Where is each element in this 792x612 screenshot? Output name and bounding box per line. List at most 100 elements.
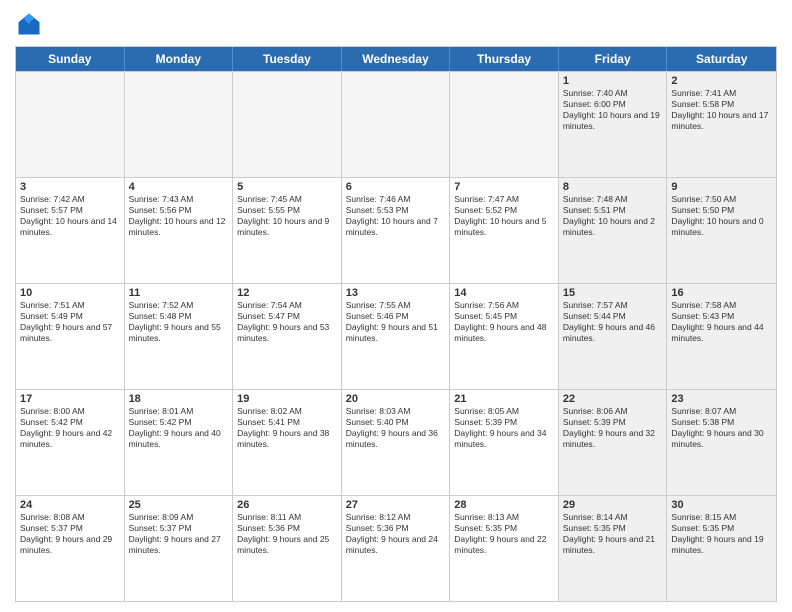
- day-number: 18: [129, 393, 229, 405]
- calendar-row-4: 24Sunrise: 8:08 AM Sunset: 5:37 PM Dayli…: [16, 495, 776, 601]
- day-number: 14: [454, 287, 554, 299]
- calendar-cell: 12Sunrise: 7:54 AM Sunset: 5:47 PM Dayli…: [233, 284, 342, 389]
- calendar-cell: 24Sunrise: 8:08 AM Sunset: 5:37 PM Dayli…: [16, 496, 125, 601]
- day-number: 9: [671, 181, 772, 193]
- calendar-cell: 5Sunrise: 7:45 AM Sunset: 5:55 PM Daylig…: [233, 178, 342, 283]
- logo: [15, 10, 47, 38]
- header-cell-tuesday: Tuesday: [233, 47, 342, 71]
- page: SundayMondayTuesdayWednesdayThursdayFrid…: [0, 0, 792, 612]
- day-number: 1: [563, 75, 663, 87]
- calendar-cell: 1Sunrise: 7:40 AM Sunset: 6:00 PM Daylig…: [559, 72, 668, 177]
- cell-info: Sunrise: 7:52 AM Sunset: 5:48 PM Dayligh…: [129, 300, 229, 344]
- calendar-cell: [233, 72, 342, 177]
- cell-info: Sunrise: 7:45 AM Sunset: 5:55 PM Dayligh…: [237, 194, 337, 238]
- calendar-cell: 2Sunrise: 7:41 AM Sunset: 5:58 PM Daylig…: [667, 72, 776, 177]
- day-number: 24: [20, 499, 120, 511]
- header-cell-saturday: Saturday: [667, 47, 776, 71]
- day-number: 15: [563, 287, 663, 299]
- header-cell-thursday: Thursday: [450, 47, 559, 71]
- cell-info: Sunrise: 7:43 AM Sunset: 5:56 PM Dayligh…: [129, 194, 229, 238]
- logo-icon: [15, 10, 43, 38]
- cell-info: Sunrise: 7:40 AM Sunset: 6:00 PM Dayligh…: [563, 88, 663, 132]
- cell-info: Sunrise: 7:47 AM Sunset: 5:52 PM Dayligh…: [454, 194, 554, 238]
- calendar: SundayMondayTuesdayWednesdayThursdayFrid…: [15, 46, 777, 602]
- header-cell-wednesday: Wednesday: [342, 47, 451, 71]
- cell-info: Sunrise: 8:15 AM Sunset: 5:35 PM Dayligh…: [671, 512, 772, 556]
- day-number: 3: [20, 181, 120, 193]
- calendar-body: 1Sunrise: 7:40 AM Sunset: 6:00 PM Daylig…: [16, 71, 776, 601]
- calendar-cell: 19Sunrise: 8:02 AM Sunset: 5:41 PM Dayli…: [233, 390, 342, 495]
- calendar-cell: 11Sunrise: 7:52 AM Sunset: 5:48 PM Dayli…: [125, 284, 234, 389]
- day-number: 16: [671, 287, 772, 299]
- calendar-cell: 22Sunrise: 8:06 AM Sunset: 5:39 PM Dayli…: [559, 390, 668, 495]
- calendar-row-0: 1Sunrise: 7:40 AM Sunset: 6:00 PM Daylig…: [16, 71, 776, 177]
- calendar-cell: 9Sunrise: 7:50 AM Sunset: 5:50 PM Daylig…: [667, 178, 776, 283]
- calendar-cell: 20Sunrise: 8:03 AM Sunset: 5:40 PM Dayli…: [342, 390, 451, 495]
- calendar-cell: [125, 72, 234, 177]
- cell-info: Sunrise: 8:08 AM Sunset: 5:37 PM Dayligh…: [20, 512, 120, 556]
- day-number: 4: [129, 181, 229, 193]
- calendar-cell: 4Sunrise: 7:43 AM Sunset: 5:56 PM Daylig…: [125, 178, 234, 283]
- cell-info: Sunrise: 7:55 AM Sunset: 5:46 PM Dayligh…: [346, 300, 446, 344]
- calendar-cell: 25Sunrise: 8:09 AM Sunset: 5:37 PM Dayli…: [125, 496, 234, 601]
- day-number: 5: [237, 181, 337, 193]
- calendar-cell: 8Sunrise: 7:48 AM Sunset: 5:51 PM Daylig…: [559, 178, 668, 283]
- header-cell-sunday: Sunday: [16, 47, 125, 71]
- cell-info: Sunrise: 7:58 AM Sunset: 5:43 PM Dayligh…: [671, 300, 772, 344]
- day-number: 26: [237, 499, 337, 511]
- day-number: 27: [346, 499, 446, 511]
- calendar-cell: 7Sunrise: 7:47 AM Sunset: 5:52 PM Daylig…: [450, 178, 559, 283]
- day-number: 17: [20, 393, 120, 405]
- day-number: 28: [454, 499, 554, 511]
- cell-info: Sunrise: 8:03 AM Sunset: 5:40 PM Dayligh…: [346, 406, 446, 450]
- calendar-cell: 15Sunrise: 7:57 AM Sunset: 5:44 PM Dayli…: [559, 284, 668, 389]
- cell-info: Sunrise: 8:14 AM Sunset: 5:35 PM Dayligh…: [563, 512, 663, 556]
- day-number: 29: [563, 499, 663, 511]
- cell-info: Sunrise: 7:42 AM Sunset: 5:57 PM Dayligh…: [20, 194, 120, 238]
- cell-info: Sunrise: 8:12 AM Sunset: 5:36 PM Dayligh…: [346, 512, 446, 556]
- calendar-cell: 29Sunrise: 8:14 AM Sunset: 5:35 PM Dayli…: [559, 496, 668, 601]
- calendar-cell: 13Sunrise: 7:55 AM Sunset: 5:46 PM Dayli…: [342, 284, 451, 389]
- day-number: 6: [346, 181, 446, 193]
- cell-info: Sunrise: 8:07 AM Sunset: 5:38 PM Dayligh…: [671, 406, 772, 450]
- calendar-cell: [450, 72, 559, 177]
- header-cell-friday: Friday: [559, 47, 668, 71]
- cell-info: Sunrise: 8:01 AM Sunset: 5:42 PM Dayligh…: [129, 406, 229, 450]
- cell-info: Sunrise: 7:57 AM Sunset: 5:44 PM Dayligh…: [563, 300, 663, 344]
- day-number: 30: [671, 499, 772, 511]
- cell-info: Sunrise: 7:46 AM Sunset: 5:53 PM Dayligh…: [346, 194, 446, 238]
- calendar-cell: 17Sunrise: 8:00 AM Sunset: 5:42 PM Dayli…: [16, 390, 125, 495]
- calendar-row-2: 10Sunrise: 7:51 AM Sunset: 5:49 PM Dayli…: [16, 283, 776, 389]
- cell-info: Sunrise: 7:50 AM Sunset: 5:50 PM Dayligh…: [671, 194, 772, 238]
- cell-info: Sunrise: 7:41 AM Sunset: 5:58 PM Dayligh…: [671, 88, 772, 132]
- calendar-cell: 21Sunrise: 8:05 AM Sunset: 5:39 PM Dayli…: [450, 390, 559, 495]
- day-number: 22: [563, 393, 663, 405]
- calendar-cell: 14Sunrise: 7:56 AM Sunset: 5:45 PM Dayli…: [450, 284, 559, 389]
- calendar-cell: 6Sunrise: 7:46 AM Sunset: 5:53 PM Daylig…: [342, 178, 451, 283]
- calendar-cell: 18Sunrise: 8:01 AM Sunset: 5:42 PM Dayli…: [125, 390, 234, 495]
- cell-info: Sunrise: 8:02 AM Sunset: 5:41 PM Dayligh…: [237, 406, 337, 450]
- day-number: 21: [454, 393, 554, 405]
- calendar-cell: 23Sunrise: 8:07 AM Sunset: 5:38 PM Dayli…: [667, 390, 776, 495]
- day-number: 10: [20, 287, 120, 299]
- day-number: 11: [129, 287, 229, 299]
- calendar-cell: 16Sunrise: 7:58 AM Sunset: 5:43 PM Dayli…: [667, 284, 776, 389]
- header: [15, 10, 777, 38]
- cell-info: Sunrise: 8:13 AM Sunset: 5:35 PM Dayligh…: [454, 512, 554, 556]
- cell-info: Sunrise: 7:54 AM Sunset: 5:47 PM Dayligh…: [237, 300, 337, 344]
- day-number: 12: [237, 287, 337, 299]
- cell-info: Sunrise: 8:00 AM Sunset: 5:42 PM Dayligh…: [20, 406, 120, 450]
- calendar-cell: 30Sunrise: 8:15 AM Sunset: 5:35 PM Dayli…: [667, 496, 776, 601]
- calendar-cell: 3Sunrise: 7:42 AM Sunset: 5:57 PM Daylig…: [16, 178, 125, 283]
- cell-info: Sunrise: 8:05 AM Sunset: 5:39 PM Dayligh…: [454, 406, 554, 450]
- day-number: 19: [237, 393, 337, 405]
- calendar-cell: 10Sunrise: 7:51 AM Sunset: 5:49 PM Dayli…: [16, 284, 125, 389]
- cell-info: Sunrise: 8:06 AM Sunset: 5:39 PM Dayligh…: [563, 406, 663, 450]
- calendar-header: SundayMondayTuesdayWednesdayThursdayFrid…: [16, 47, 776, 71]
- cell-info: Sunrise: 8:11 AM Sunset: 5:36 PM Dayligh…: [237, 512, 337, 556]
- header-cell-monday: Monday: [125, 47, 234, 71]
- day-number: 13: [346, 287, 446, 299]
- day-number: 20: [346, 393, 446, 405]
- cell-info: Sunrise: 7:51 AM Sunset: 5:49 PM Dayligh…: [20, 300, 120, 344]
- calendar-row-3: 17Sunrise: 8:00 AM Sunset: 5:42 PM Dayli…: [16, 389, 776, 495]
